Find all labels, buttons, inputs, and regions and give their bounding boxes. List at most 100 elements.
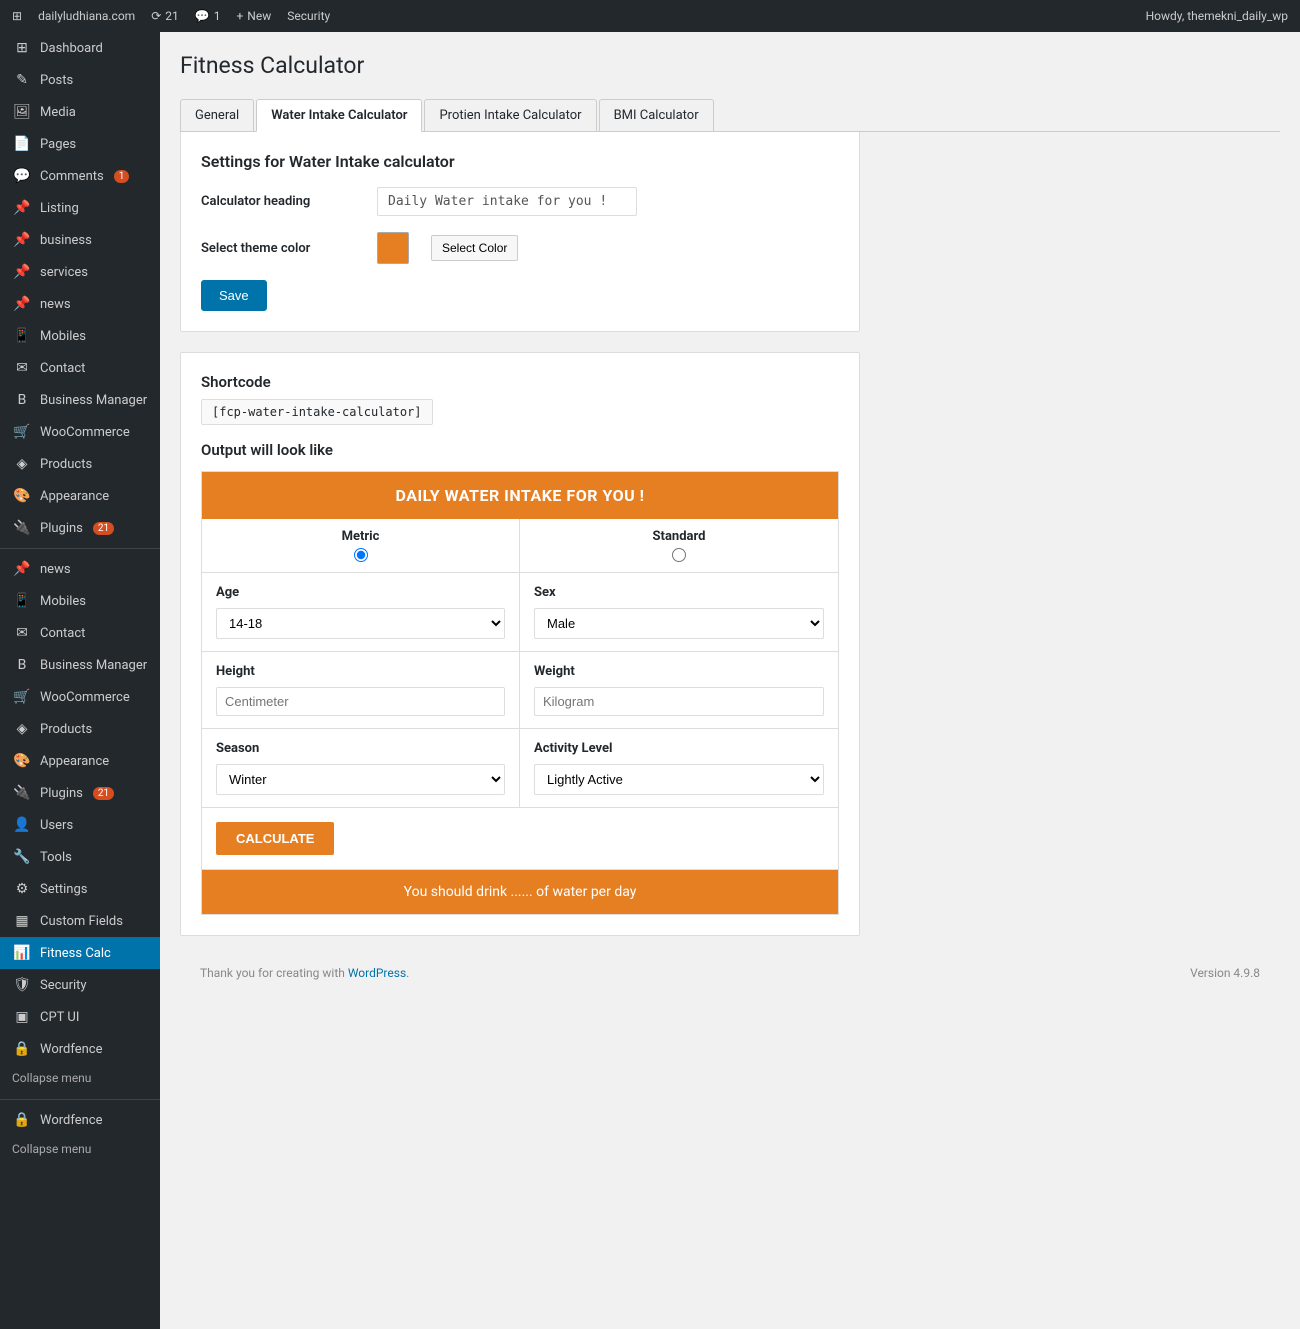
wordpress-link[interactable]: WordPress bbox=[348, 966, 406, 980]
calc-footer: You should drink ...... of water per day bbox=[202, 870, 838, 914]
collapse-menu-2[interactable]: Collapse menu bbox=[0, 1136, 160, 1166]
sidebar-item-business[interactable]: 📌 business bbox=[0, 224, 160, 256]
page-title: Fitness Calculator bbox=[180, 52, 1280, 79]
sidebar-item-security[interactable]: 🛡 Security bbox=[0, 969, 160, 1001]
mobiles-icon: 📱 bbox=[12, 328, 32, 344]
sidebar-item-tools[interactable]: 🔧 Tools bbox=[0, 841, 160, 873]
height-group: Height bbox=[202, 652, 520, 729]
age-select[interactable]: 14-18 19-30 31-50 51+ bbox=[216, 608, 505, 639]
sidebar-item-fitness-calc[interactable]: 📊 Fitness Calc bbox=[0, 937, 160, 969]
sidebar-item-products[interactable]: ◈ Products bbox=[0, 448, 160, 480]
security-icon: 🛡 bbox=[12, 977, 32, 993]
standard-radio[interactable] bbox=[672, 548, 686, 562]
plugins2-badge: 21 bbox=[93, 787, 114, 800]
sidebar-item-woocommerce[interactable]: 🛒 WooCommerce bbox=[0, 416, 160, 448]
listing-icon: 📌 bbox=[12, 200, 32, 216]
sidebar-item-custom-fields[interactable]: ▦ Custom Fields bbox=[0, 905, 160, 937]
heading-label: Calculator heading bbox=[201, 194, 361, 209]
plugins-icon: 🔌 bbox=[12, 520, 32, 536]
sidebar-item-mobiles[interactable]: 📱 Mobiles bbox=[0, 320, 160, 352]
sidebar-item-media[interactable]: 🖼 Media bbox=[0, 96, 160, 128]
color-swatch[interactable] bbox=[377, 232, 409, 264]
activity-group: Activity Level Lightly Active Sedentary … bbox=[520, 729, 838, 808]
output-title: Output will look like bbox=[201, 441, 839, 459]
tab-general[interactable]: General bbox=[180, 99, 254, 131]
collapse-menu-1[interactable]: Collapse menu bbox=[0, 1065, 160, 1095]
select-color-button[interactable]: Select Color bbox=[431, 235, 518, 261]
sidebar-item-contact[interactable]: ✉ Contact bbox=[0, 352, 160, 384]
dashboard-icon: ⊞ bbox=[12, 40, 32, 56]
updates-count[interactable]: ⟳ 21 bbox=[151, 9, 179, 23]
sidebar-item-mobiles2[interactable]: 📱 Mobiles bbox=[0, 585, 160, 617]
sidebar-item-cpt-ui[interactable]: ▣ CPT UI bbox=[0, 1001, 160, 1033]
comments-count[interactable]: 💬 1 bbox=[195, 9, 221, 23]
sidebar-item-appearance2[interactable]: 🎨 Appearance bbox=[0, 745, 160, 777]
settings-card: Settings for Water Intake calculator Cal… bbox=[180, 132, 860, 332]
save-button[interactable]: Save bbox=[201, 280, 267, 311]
sidebar-item-plugins2[interactable]: 🔌 Plugins 21 bbox=[0, 777, 160, 809]
comments-badge: 1 bbox=[114, 170, 130, 183]
weight-group: Weight bbox=[520, 652, 838, 729]
sidebar-item-news[interactable]: 📌 news bbox=[0, 288, 160, 320]
tab-bmi[interactable]: BMI Calculator bbox=[599, 99, 714, 131]
metric-radio[interactable] bbox=[354, 548, 368, 562]
sidebar-item-plugins[interactable]: 🔌 Plugins 21 bbox=[0, 512, 160, 544]
news2-icon: 📌 bbox=[12, 561, 32, 577]
wp-footer: Thank you for creating with WordPress. V… bbox=[180, 956, 1280, 990]
calculator-preview: DAILY WATER INTAKE FOR YOU ! Metric Stan… bbox=[201, 471, 839, 915]
sidebar-item-services[interactable]: 📌 services bbox=[0, 256, 160, 288]
sidebar-item-wordfence2[interactable]: 🔒 Wordfence bbox=[0, 1104, 160, 1136]
services-icon: 📌 bbox=[12, 264, 32, 280]
calc-action: CALCULATE bbox=[202, 808, 838, 870]
business-manager2-icon: B bbox=[12, 657, 32, 673]
sidebar-item-appearance[interactable]: 🎨 Appearance bbox=[0, 480, 160, 512]
sidebar-item-contact2[interactable]: ✉ Contact bbox=[0, 617, 160, 649]
sidebar-item-wordfence[interactable]: 🔒 Wordfence bbox=[0, 1033, 160, 1065]
security-link[interactable]: Security bbox=[287, 9, 330, 23]
shortcode-card: Shortcode [fcp-water-intake-calculator] … bbox=[180, 352, 860, 936]
tab-water-intake[interactable]: Water Intake Calculator bbox=[256, 99, 422, 132]
tab-bar: General Water Intake Calculator Protien … bbox=[180, 99, 1280, 132]
calc-header: DAILY WATER INTAKE FOR YOU ! bbox=[202, 472, 838, 519]
sidebar-item-comments[interactable]: 💬 Comments 1 bbox=[0, 160, 160, 192]
age-label: Age bbox=[216, 585, 505, 600]
sidebar-item-pages[interactable]: 📄 Pages bbox=[0, 128, 160, 160]
admin-bar: ⊞ dailyludhiana.com ⟳ 21 💬 1 + New Secur… bbox=[0, 0, 1300, 32]
tab-protein-intake[interactable]: Protien Intake Calculator bbox=[424, 99, 596, 131]
sex-select[interactable]: Male Female bbox=[534, 608, 824, 639]
calc-unit-metric: Metric bbox=[202, 519, 520, 572]
height-input[interactable] bbox=[216, 687, 505, 716]
activity-select[interactable]: Lightly Active Sedentary Moderately Acti… bbox=[534, 764, 824, 795]
site-name[interactable]: dailyludhiana.com bbox=[38, 9, 135, 23]
sidebar-item-posts[interactable]: ✎ Posts bbox=[0, 64, 160, 96]
posts-icon: ✎ bbox=[12, 72, 32, 88]
contact2-icon: ✉ bbox=[12, 625, 32, 641]
sidebar-item-listing[interactable]: 📌 Listing bbox=[0, 192, 160, 224]
sidebar-item-settings[interactable]: ⚙ Settings bbox=[0, 873, 160, 905]
sidebar-item-woocommerce2[interactable]: 🛒 WooCommerce bbox=[0, 681, 160, 713]
season-select[interactable]: Winter Summer Autumn Spring bbox=[216, 764, 505, 795]
wp-logo: ⊞ bbox=[12, 9, 22, 23]
heading-input[interactable] bbox=[377, 187, 637, 216]
weight-input[interactable] bbox=[534, 687, 824, 716]
sidebar-item-business-manager[interactable]: B Business Manager bbox=[0, 384, 160, 416]
shortcode-label: Shortcode bbox=[201, 373, 839, 391]
woocommerce2-icon: 🛒 bbox=[12, 689, 32, 705]
custom-fields-icon: ▦ bbox=[12, 913, 32, 929]
sidebar-item-products2[interactable]: ◈ Products bbox=[0, 713, 160, 745]
plugins-badge: 21 bbox=[93, 522, 114, 535]
sidebar-item-news2[interactable]: 📌 news bbox=[0, 553, 160, 585]
shortcode-code: [fcp-water-intake-calculator] bbox=[201, 399, 433, 425]
sidebar-item-business-manager2[interactable]: B Business Manager bbox=[0, 649, 160, 681]
calc-unit-standard: Standard bbox=[520, 519, 838, 572]
sidebar-item-dashboard[interactable]: ⊞ Dashboard bbox=[0, 32, 160, 64]
products2-icon: ◈ bbox=[12, 721, 32, 737]
sidebar-item-users[interactable]: 👤 Users bbox=[0, 809, 160, 841]
new-button[interactable]: + New bbox=[236, 9, 271, 23]
pages-icon: 📄 bbox=[12, 136, 32, 152]
age-group: Age 14-18 19-30 31-50 51+ bbox=[202, 573, 520, 652]
version-text: Version 4.9.8 bbox=[1190, 966, 1260, 980]
main-content: Fitness Calculator General Water Intake … bbox=[160, 32, 1300, 1329]
sex-group: Sex Male Female bbox=[520, 573, 838, 652]
calculate-button[interactable]: CALCULATE bbox=[216, 822, 334, 855]
